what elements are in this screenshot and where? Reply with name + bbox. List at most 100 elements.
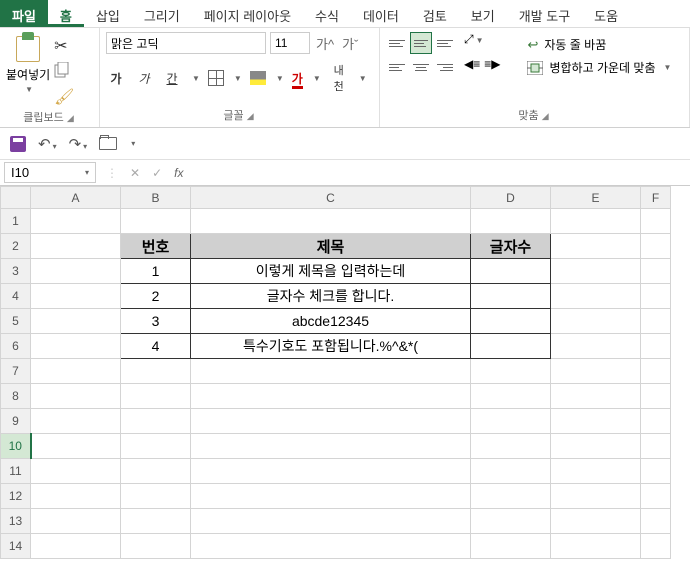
cell[interactable] — [121, 459, 191, 484]
cell[interactable] — [641, 384, 671, 409]
table-row[interactable] — [471, 309, 551, 334]
table-row[interactable] — [471, 284, 551, 309]
cell[interactable] — [551, 534, 641, 559]
enter-formula-icon[interactable]: ✓ — [146, 166, 168, 180]
cell[interactable] — [551, 284, 641, 309]
cell[interactable] — [121, 409, 191, 434]
table-header-title[interactable]: 제목 — [191, 234, 471, 259]
cell[interactable] — [121, 359, 191, 384]
cell[interactable] — [121, 509, 191, 534]
redo-icon[interactable]: ↷▾ — [69, 135, 88, 153]
tab-review[interactable]: 검토 — [411, 0, 459, 27]
grid[interactable]: A B C D E F 1 2번호제목글자수 31이렇게 제목을 입력하는데 4… — [0, 186, 671, 559]
cell[interactable] — [191, 534, 471, 559]
cell[interactable] — [471, 434, 551, 459]
tab-data[interactable]: 데이터 — [351, 0, 411, 27]
cell[interactable] — [191, 459, 471, 484]
cell[interactable] — [641, 409, 671, 434]
font-color-button[interactable]: 가 — [292, 70, 303, 87]
cell[interactable] — [551, 359, 641, 384]
cell[interactable] — [121, 534, 191, 559]
cell[interactable] — [121, 384, 191, 409]
cut-icon[interactable]: ✂ — [54, 36, 74, 56]
cell[interactable] — [471, 409, 551, 434]
cell[interactable] — [31, 284, 121, 309]
cell[interactable] — [31, 334, 121, 359]
row-header[interactable]: 10 — [1, 434, 31, 459]
cell[interactable] — [551, 509, 641, 534]
cell[interactable] — [641, 359, 671, 384]
cell[interactable] — [551, 409, 641, 434]
row-header[interactable]: 11 — [1, 459, 31, 484]
cell[interactable] — [551, 309, 641, 334]
row-header[interactable]: 13 — [1, 509, 31, 534]
tab-layout[interactable]: 페이지 레이아웃 — [192, 0, 303, 27]
name-box[interactable]: I10 ▾ — [4, 162, 96, 183]
font-size-select[interactable] — [270, 32, 310, 54]
row-header[interactable]: 5 — [1, 309, 31, 334]
row-header[interactable]: 3 — [1, 259, 31, 284]
tab-home[interactable]: 홈 — [48, 0, 84, 27]
cell[interactable] — [551, 484, 641, 509]
paste-icon[interactable] — [12, 32, 44, 64]
col-header-E[interactable]: E — [551, 187, 641, 209]
table-row[interactable]: 이렇게 제목을 입력하는데 — [191, 259, 471, 284]
font-name-select[interactable] — [106, 32, 266, 54]
cell[interactable] — [471, 384, 551, 409]
cell[interactable] — [191, 384, 471, 409]
cell[interactable] — [641, 459, 671, 484]
cell[interactable] — [31, 434, 121, 459]
table-header-num[interactable]: 번호 — [121, 234, 191, 259]
cell[interactable] — [31, 534, 121, 559]
cell[interactable] — [471, 209, 551, 234]
paste-label[interactable]: 붙여넣기 — [6, 66, 50, 83]
row-header[interactable]: 6 — [1, 334, 31, 359]
table-row[interactable] — [471, 334, 551, 359]
table-row[interactable]: 4 — [121, 334, 191, 359]
align-left-button[interactable] — [386, 56, 408, 78]
cell[interactable] — [31, 384, 121, 409]
decrease-indent-button[interactable]: ◀≡ — [464, 57, 480, 71]
cell[interactable] — [31, 409, 121, 434]
tab-view[interactable]: 보기 — [459, 0, 507, 27]
cell[interactable] — [641, 434, 671, 459]
cell[interactable] — [641, 259, 671, 284]
tab-dev[interactable]: 개발 도구 — [507, 0, 582, 27]
underline-button[interactable]: 간 — [162, 70, 182, 87]
cell[interactable] — [641, 334, 671, 359]
cell[interactable] — [551, 234, 641, 259]
name-box-dropdown-icon[interactable]: ▾ — [85, 168, 89, 177]
cell[interactable] — [551, 434, 641, 459]
cell[interactable] — [191, 484, 471, 509]
col-header-F[interactable]: F — [641, 187, 671, 209]
table-row[interactable]: 3 — [121, 309, 191, 334]
cell[interactable] — [31, 309, 121, 334]
cell[interactable] — [641, 209, 671, 234]
italic-button[interactable]: 가 — [134, 70, 154, 87]
align-middle-button[interactable] — [410, 32, 432, 54]
table-row[interactable]: 글자수 체크를 합니다. — [191, 284, 471, 309]
cell[interactable] — [551, 334, 641, 359]
cell[interactable] — [191, 434, 471, 459]
table-row[interactable]: 특수기호도 포함됩니다.%^&*( — [191, 334, 471, 359]
cell[interactable] — [31, 509, 121, 534]
tab-file[interactable]: 파일 — [0, 0, 48, 27]
font-launcher-icon[interactable]: ◢ — [247, 111, 256, 121]
wrap-text-button[interactable]: ↩ 자동 줄 바꿈 — [527, 36, 671, 53]
cell[interactable] — [641, 234, 671, 259]
cell[interactable] — [31, 259, 121, 284]
cell[interactable] — [471, 509, 551, 534]
cell[interactable] — [641, 509, 671, 534]
cell[interactable] — [471, 359, 551, 384]
bold-button[interactable]: 가 — [106, 70, 126, 87]
cell[interactable] — [31, 484, 121, 509]
cell[interactable] — [551, 259, 641, 284]
merge-dropdown-icon[interactable]: ▼ — [664, 63, 672, 72]
table-header-len[interactable]: 글자수 — [471, 234, 551, 259]
merge-center-button[interactable]: 병합하고 가운데 맞춤 ▼ — [527, 59, 671, 76]
cell[interactable] — [31, 359, 121, 384]
tab-draw[interactable]: 그리기 — [132, 0, 192, 27]
table-row[interactable]: 2 — [121, 284, 191, 309]
fill-color-button[interactable] — [250, 71, 266, 85]
cell[interactable] — [191, 209, 471, 234]
